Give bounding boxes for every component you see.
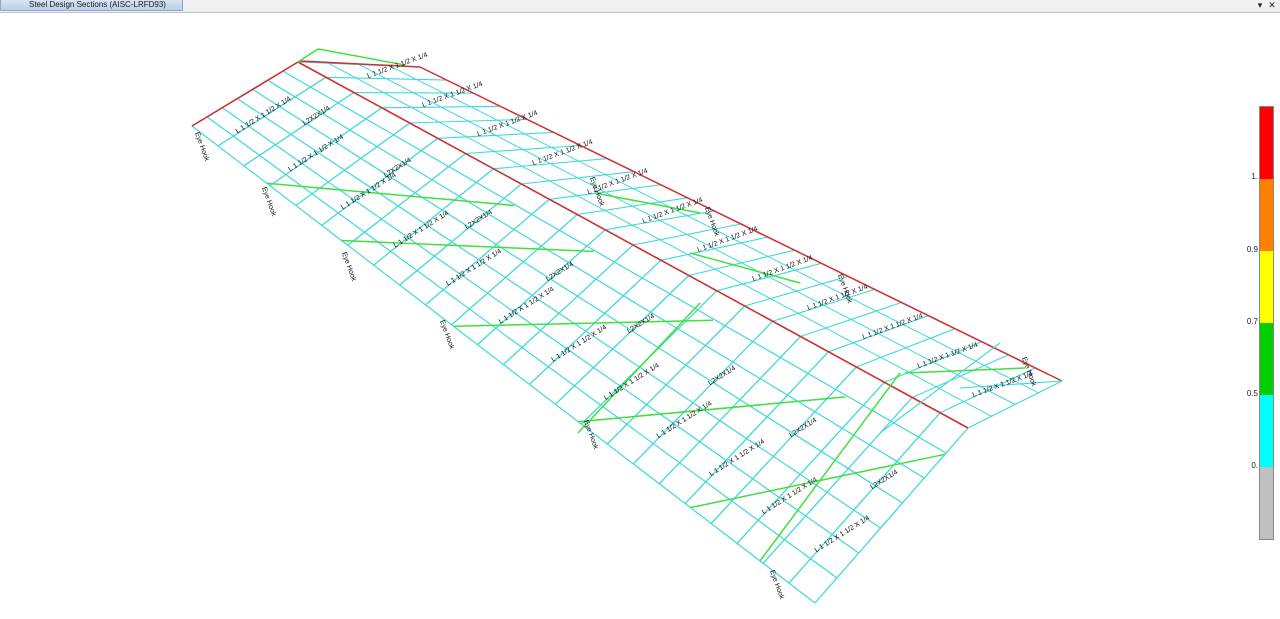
- section-labels: L 1 1/2 X 1 1/2 X 1/4L 1 1/2 X 1 1/2 X 1…: [193, 52, 1037, 601]
- legend-segment-1: [1260, 179, 1273, 251]
- section-label: L 1 1/2 X 1 1/2 X 1/4: [807, 284, 869, 312]
- section-label: L 1 1/2 X 1 1/2 X 1/4: [708, 438, 766, 478]
- eye-hook-label: Eye Hook: [703, 206, 720, 237]
- eye-hook-label: Eye Hook: [340, 251, 357, 282]
- document-tab-bar: Steel Design Sections (AISC-LRFD93) ▾ ✕: [0, 0, 1280, 13]
- structure-3d-view[interactable]: L 1 1/2 X 1 1/2 X 1/4L 1 1/2 X 1 1/2 X 1…: [0, 13, 1280, 619]
- truss-top-chord: [297, 48, 319, 63]
- right-purlin: [358, 64, 1016, 405]
- tab-steel-design-sections[interactable]: Steel Design Sections (AISC-LRFD93): [0, 0, 183, 11]
- section-label: L 1 1/2 X 1 1/2 X 1/4: [761, 476, 819, 516]
- legend-segment-2: [1260, 251, 1273, 323]
- left-rafter: [788, 412, 941, 584]
- stress-ratio-legend-bar: [1259, 106, 1274, 540]
- legend-segment-0: [1260, 107, 1273, 179]
- left-purlin: [267, 79, 925, 479]
- bracing-member: [578, 396, 846, 423]
- section-label: L2X2X1/4: [788, 417, 818, 439]
- legend-label-1: 1.: [1251, 172, 1258, 181]
- eye-hook-label: Eye Hook: [260, 186, 277, 217]
- bracing-member: [453, 319, 714, 328]
- legend-segment-5: [1260, 467, 1273, 539]
- section-label: L 1 1/2 X 1 1/2 X 1/4: [656, 400, 714, 440]
- section-label: L2X2X1/4: [707, 365, 737, 387]
- right-purlin: [328, 62, 992, 417]
- section-label: L 1 1/2 X 1 1/2 X 1/4: [445, 248, 503, 288]
- section-label: L 1 1/2 X 1 1/2 X 1/4: [862, 313, 924, 341]
- frame-members: [191, 48, 1063, 604]
- legend-label-0-5: 0.5: [1246, 389, 1258, 398]
- section-label: L 1 1/2 X 1 1/2 X 1/4: [421, 81, 483, 109]
- close-window-button[interactable]: ✕: [1266, 0, 1278, 11]
- tab-list-dropdown-button[interactable]: ▾: [1254, 0, 1266, 11]
- section-label: L2X2X1/4: [626, 313, 656, 335]
- left-rafter: [295, 122, 411, 207]
- legend-label-0-7: 0.7: [1246, 317, 1258, 326]
- eye-hook-label: Eye Hook: [582, 419, 599, 450]
- section-label: L 1 1/2 X 1 1/2 X 1/4: [642, 197, 704, 225]
- section-label: L2X2X1/4: [869, 469, 899, 491]
- section-label: L2X2X1/4: [545, 261, 575, 283]
- legend-segment-3: [1260, 323, 1273, 395]
- eye-hook-label: Eye Hook: [193, 131, 210, 162]
- eye-hook-label: Eye Hook: [768, 569, 785, 600]
- right-eave-beam: [419, 66, 1063, 382]
- section-label: L2X2X1/4: [464, 209, 494, 231]
- section-label: L 1 1/2 X 1 1/2 X 1/4: [697, 226, 759, 254]
- far-gable-beam: [191, 61, 299, 127]
- left-purlin: [252, 88, 903, 504]
- bracing-member: [266, 182, 515, 207]
- legend-segment-4: [1260, 395, 1273, 467]
- section-label: L 1 1/2 X 1 1/2 X 1/4: [287, 134, 345, 174]
- bracing-member: [341, 239, 594, 253]
- section-label: L 1 1/2 X 1 1/2 X 1/4: [366, 52, 428, 80]
- section-label: L2X2X1/4: [383, 157, 413, 179]
- left-rafter: [814, 427, 969, 604]
- section-label: L 1 1/2 X 1 1/2 X 1/4: [603, 362, 661, 402]
- legend-label-0: 0.: [1251, 461, 1258, 470]
- legend-label-0-9: 0.9: [1246, 245, 1258, 254]
- left-rafter: [243, 91, 355, 167]
